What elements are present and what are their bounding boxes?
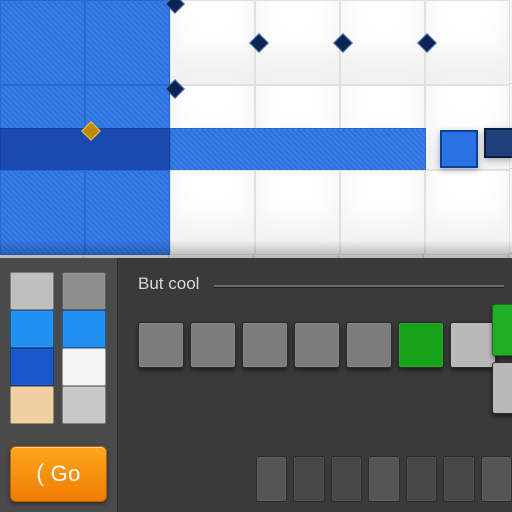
canvas-tile[interactable]: [0, 0, 85, 85]
sidebar-swatch[interactable]: [10, 348, 54, 386]
canvas-tile[interactable]: [85, 0, 170, 85]
bottom-slot[interactable]: [293, 456, 324, 502]
bottom-slot-strip: [256, 456, 512, 508]
palette-swatch[interactable]: [242, 322, 288, 368]
canvas-tile[interactable]: [170, 128, 426, 172]
extra-swatch-light[interactable]: [492, 362, 512, 414]
swatch-sidebar: ( Go: [0, 258, 118, 512]
sidebar-swatch[interactable]: [10, 386, 54, 424]
bottom-slot[interactable]: [256, 456, 287, 502]
canvas-accent-block[interactable]: [484, 128, 512, 158]
bottom-slot[interactable]: [331, 456, 362, 502]
sidebar-swatch[interactable]: [10, 272, 54, 310]
palette-swatch[interactable]: [450, 322, 496, 368]
properties-area: But cool: [118, 258, 512, 512]
palette-swatch[interactable]: [294, 322, 340, 368]
extra-palette: [492, 304, 512, 416]
sidebar-swatch[interactable]: [62, 272, 106, 310]
canvas-bottom-shadow: [0, 240, 512, 258]
color-palette: [138, 322, 512, 368]
palette-swatch[interactable]: [190, 322, 236, 368]
sidebar-swatch[interactable]: [10, 310, 54, 348]
palette-swatch[interactable]: [346, 322, 392, 368]
canvas-tile[interactable]: [170, 0, 255, 85]
bottom-slot[interactable]: [406, 456, 437, 502]
tile-canvas[interactable]: [0, 0, 512, 258]
go-button-label: Go: [51, 461, 81, 487]
sidebar-swatch[interactable]: [62, 386, 106, 424]
palette-swatch[interactable]: [138, 322, 184, 368]
palette-swatch[interactable]: [398, 322, 444, 368]
editor-panel: ( Go But cool: [0, 258, 512, 512]
go-button[interactable]: ( Go: [10, 446, 107, 502]
field-label: But cool: [138, 274, 512, 294]
canvas-accent-block[interactable]: [440, 130, 478, 168]
extra-swatch-green[interactable]: [492, 304, 512, 356]
field-underline: [214, 285, 504, 287]
bottom-slot[interactable]: [443, 456, 474, 502]
sidebar-swatch[interactable]: [62, 348, 106, 386]
sidebar-swatch[interactable]: [62, 310, 106, 348]
canvas-tile[interactable]: [425, 0, 510, 85]
bottom-slot[interactable]: [481, 456, 512, 502]
go-button-decoration: (: [36, 460, 45, 488]
bottom-slot[interactable]: [368, 456, 399, 502]
